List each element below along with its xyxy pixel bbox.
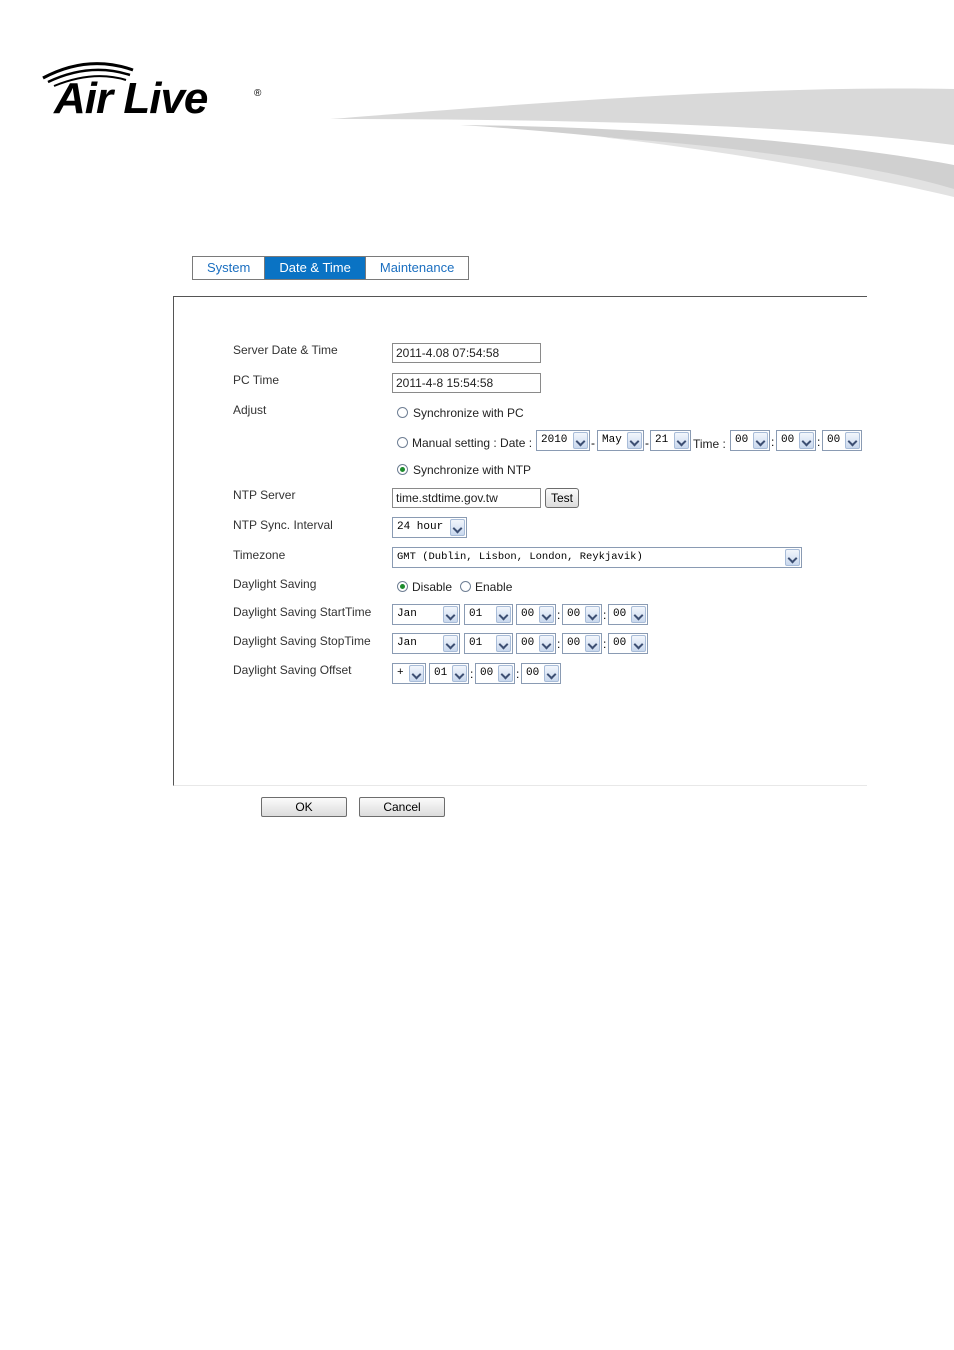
ds-offset-second-select[interactable]: 00: [521, 663, 561, 684]
chevron-down-icon: [443, 606, 458, 623]
time-second-select[interactable]: 00: [822, 430, 862, 451]
date-separator: -: [591, 436, 595, 450]
logo-wordmark: Air Live: [54, 74, 208, 123]
date-separator: -: [645, 436, 649, 450]
date-year-select[interactable]: 2010: [536, 430, 590, 451]
chevron-down-icon: [627, 432, 642, 449]
sync-ntp-radio[interactable]: [397, 464, 408, 475]
pc-time-label: PC Time: [233, 373, 280, 387]
time-hour-select[interactable]: 00: [730, 430, 770, 451]
time-separator: :: [557, 637, 561, 651]
time-label: Time :: [693, 437, 726, 451]
ntp-server-label: NTP Server: [233, 488, 296, 502]
airlive-logo: Air Live ®: [36, 60, 266, 130]
timezone-label: Timezone: [233, 548, 286, 562]
ds-start-second-select[interactable]: 00: [608, 604, 648, 625]
chevron-down-icon: [409, 665, 424, 682]
chevron-down-icon: [631, 606, 646, 623]
header-swoosh-graphic: [330, 88, 954, 197]
ntp-test-button[interactable]: Test: [545, 488, 579, 508]
timezone-select[interactable]: GMT (Dublin, Lisbon, London, Reykjavik): [392, 547, 802, 568]
sync-ntp-label: Synchronize with NTP: [413, 463, 532, 477]
time-separator: :: [771, 435, 775, 449]
settings-tabs: System Date & Time Maintenance: [192, 256, 470, 280]
adjust-label: Adjust: [233, 403, 267, 417]
registered-mark: ®: [254, 88, 262, 99]
ds-offset-label: Daylight Saving Offset: [233, 663, 352, 677]
tab-maintenance[interactable]: Maintenance: [365, 257, 469, 279]
ds-stop-minute-select[interactable]: 00: [562, 633, 602, 654]
server-datetime-field: 2011-4.08 07:54:58: [392, 343, 541, 363]
daylight-saving-label: Daylight Saving: [233, 577, 317, 591]
tab-date-time[interactable]: Date & Time: [265, 257, 366, 279]
cancel-button[interactable]: Cancel: [359, 797, 445, 817]
date-day-select[interactable]: 21: [650, 430, 691, 451]
chevron-down-icon: [498, 665, 513, 682]
ds-stop-second-select[interactable]: 00: [608, 633, 648, 654]
time-separator: :: [817, 435, 821, 449]
chevron-down-icon: [585, 606, 600, 623]
ds-start-label: Daylight Saving StartTime: [233, 605, 372, 619]
daylight-disable-label: Disable: [412, 580, 453, 594]
sync-pc-radio[interactable]: [397, 407, 408, 418]
daylight-enable-label: Enable: [475, 580, 513, 594]
time-separator: :: [603, 608, 607, 622]
time-separator: :: [603, 637, 607, 651]
ds-start-month-select[interactable]: Jan: [392, 604, 460, 625]
ds-start-hour-select[interactable]: 00: [516, 604, 556, 625]
daylight-enable-radio[interactable]: [460, 581, 471, 592]
chevron-down-icon: [674, 432, 689, 449]
server-datetime-label: Server Date & Time: [233, 343, 338, 357]
chevron-down-icon: [539, 606, 554, 623]
sync-pc-label: Synchronize with PC: [413, 406, 524, 420]
chevron-down-icon: [496, 606, 511, 623]
chevron-down-icon: [753, 432, 768, 449]
chevron-down-icon: [799, 432, 814, 449]
chevron-down-icon: [544, 665, 559, 682]
chevron-down-icon: [785, 549, 800, 566]
time-separator: :: [516, 667, 520, 681]
chevron-down-icon: [631, 635, 646, 652]
ds-stop-label: Daylight Saving StopTime: [233, 634, 371, 648]
pc-time-field: 2011-4-8 15:54:58: [392, 373, 541, 393]
daylight-disable-radio[interactable]: [397, 581, 408, 592]
ds-stop-month-select[interactable]: Jan: [392, 633, 460, 654]
ds-offset-hour-select[interactable]: 01: [429, 663, 469, 684]
time-separator: :: [557, 608, 561, 622]
chevron-down-icon: [452, 665, 467, 682]
ok-button[interactable]: OK: [261, 797, 347, 817]
chevron-down-icon: [845, 432, 860, 449]
ntp-server-input[interactable]: time.stdtime.gov.tw: [392, 488, 541, 508]
chevron-down-icon: [443, 635, 458, 652]
manual-setting-label: Manual setting : Date :: [412, 436, 533, 450]
tab-system[interactable]: System: [193, 257, 266, 279]
ds-start-minute-select[interactable]: 00: [562, 604, 602, 625]
ds-start-day-select[interactable]: 01: [464, 604, 513, 625]
settings-panel: [173, 296, 867, 786]
ds-stop-hour-select[interactable]: 00: [516, 633, 556, 654]
ds-stop-day-select[interactable]: 01: [464, 633, 513, 654]
ds-offset-sign-select[interactable]: +: [392, 663, 426, 684]
manual-setting-radio[interactable]: [397, 437, 408, 448]
time-minute-select[interactable]: 00: [776, 430, 816, 451]
chevron-down-icon: [450, 519, 465, 536]
chevron-down-icon: [496, 635, 511, 652]
chevron-down-icon: [573, 432, 588, 449]
time-separator: :: [470, 667, 474, 681]
ntp-interval-label: NTP Sync. Interval: [233, 518, 333, 532]
date-month-select[interactable]: May: [597, 430, 644, 451]
chevron-down-icon: [539, 635, 554, 652]
ds-offset-minute-select[interactable]: 00: [475, 663, 515, 684]
chevron-down-icon: [585, 635, 600, 652]
ntp-interval-select[interactable]: 24 hour: [392, 517, 467, 538]
